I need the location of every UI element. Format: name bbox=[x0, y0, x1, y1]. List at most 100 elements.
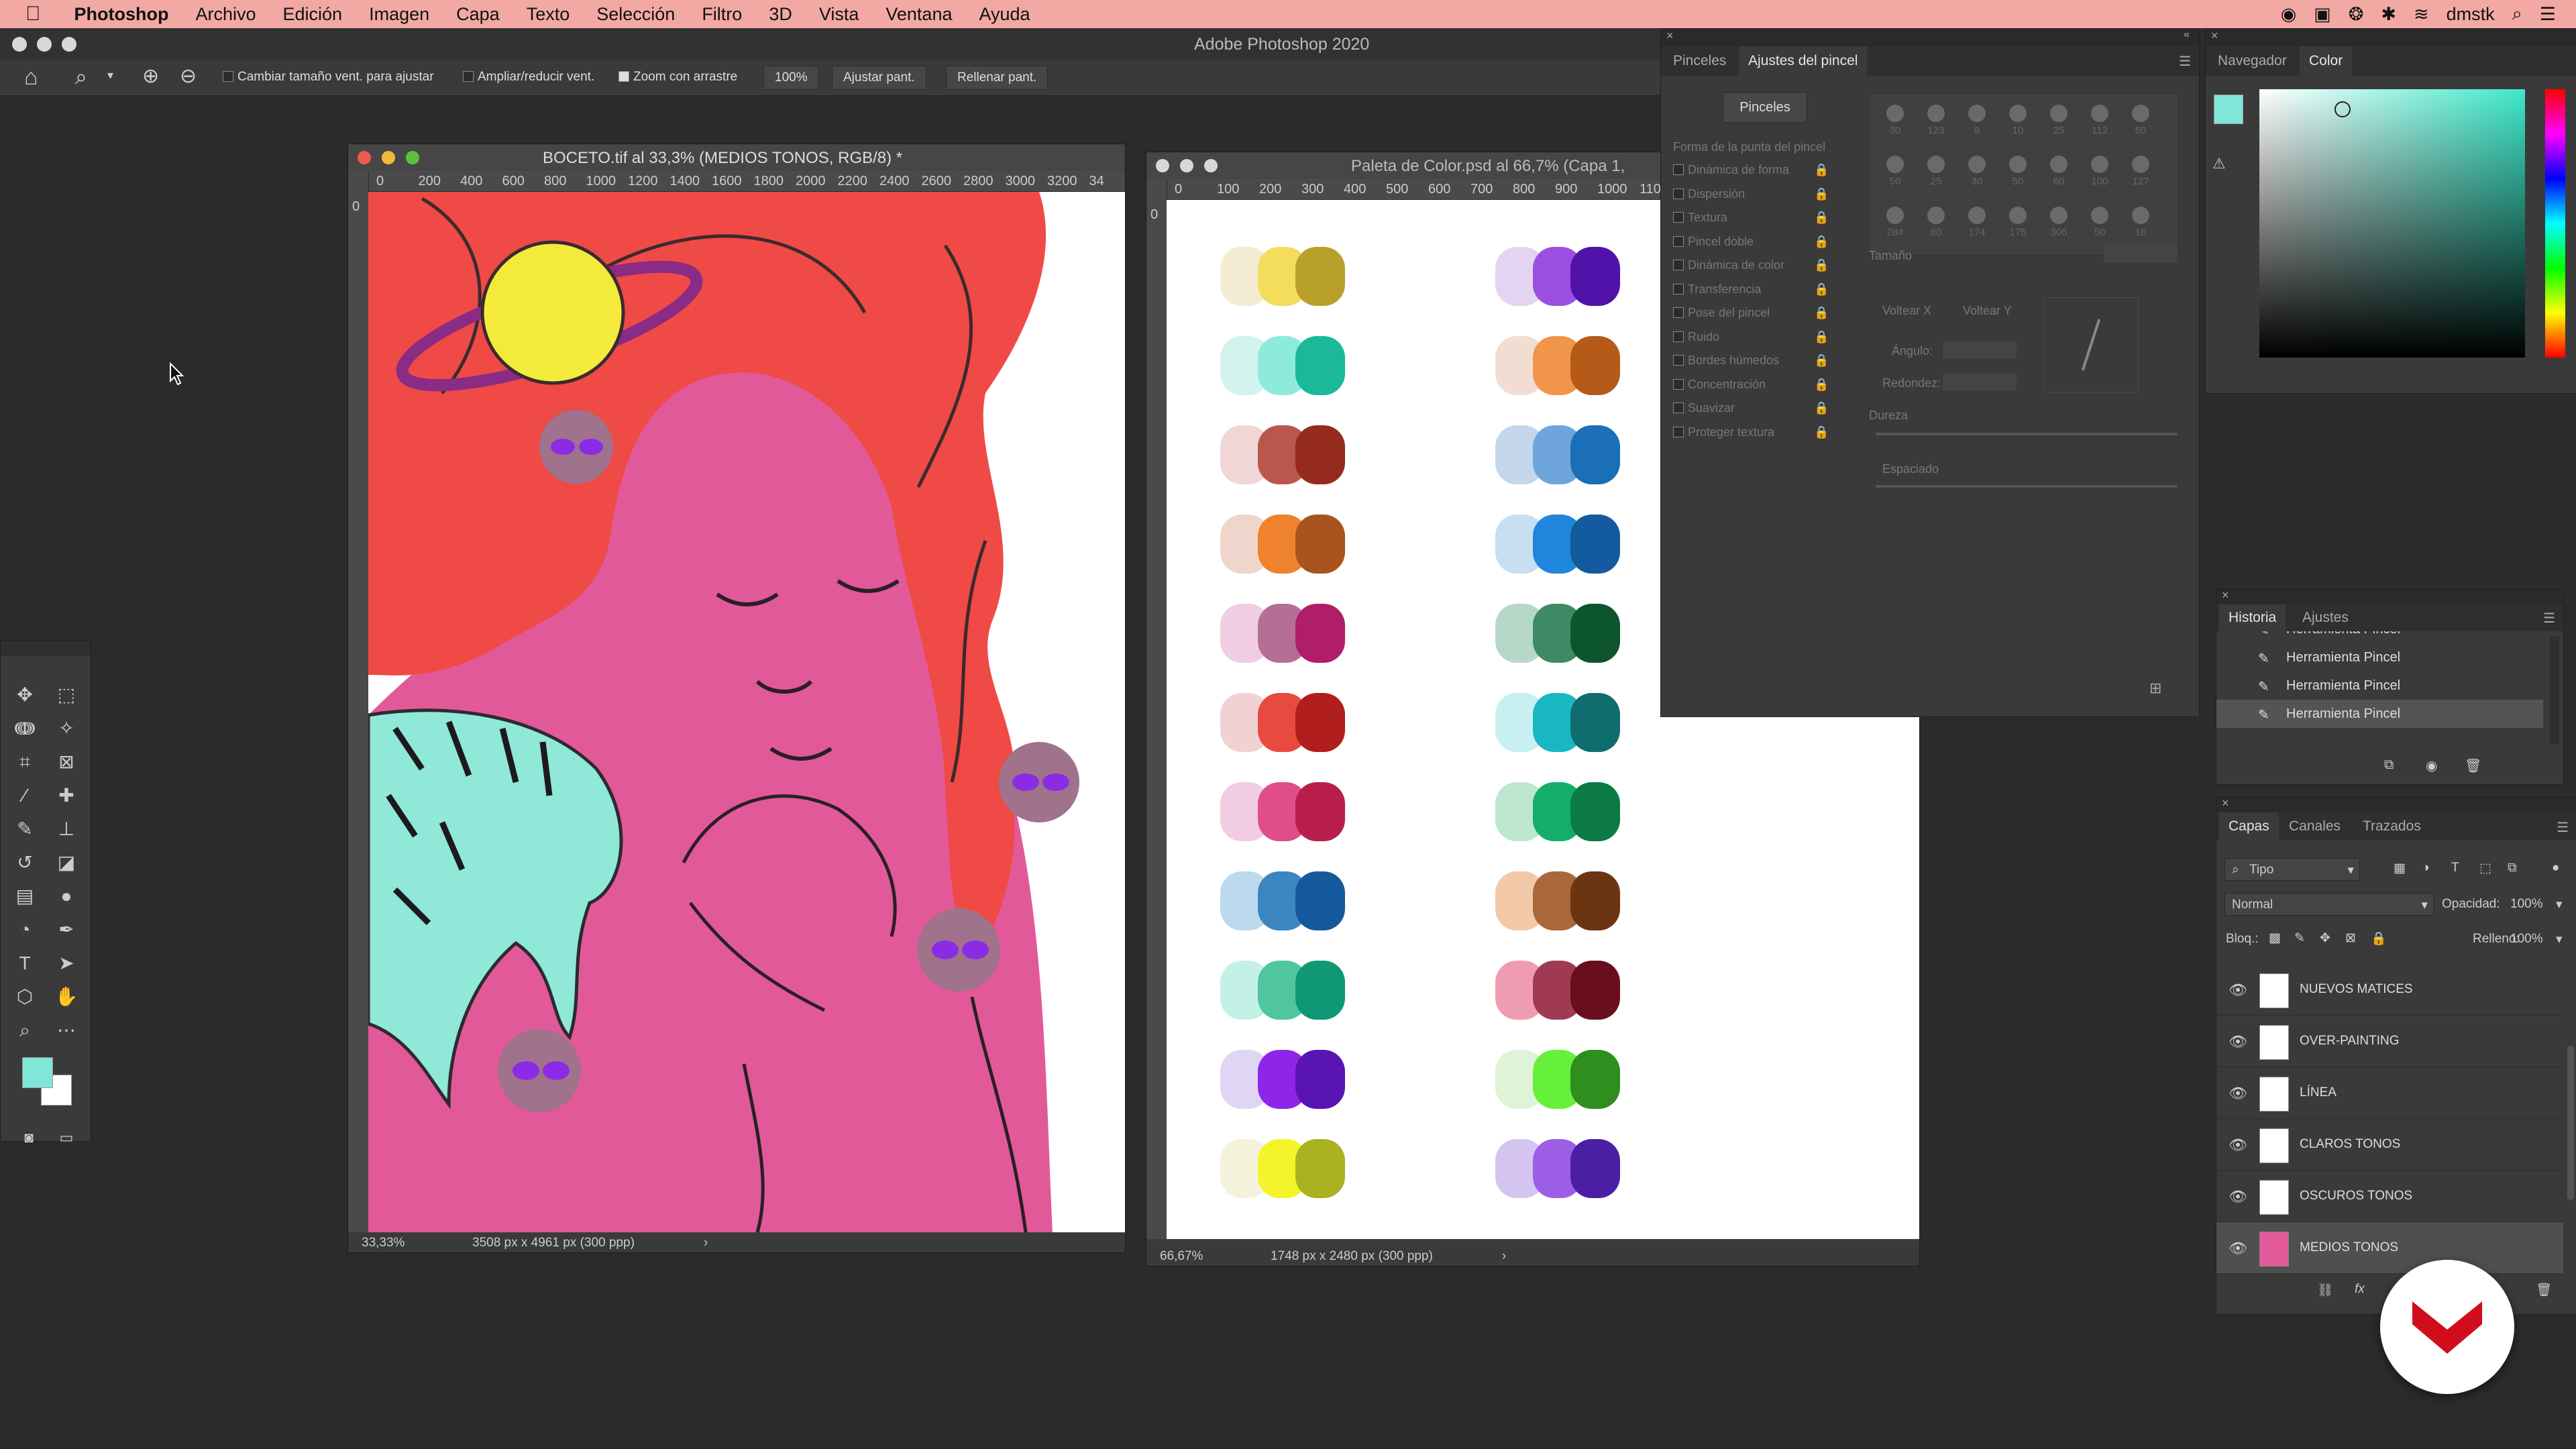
spacing-option[interactable]: Espaciado bbox=[1882, 462, 1939, 476]
layer-filter-select[interactable]: ⌕ Tipo ▾ bbox=[2224, 858, 2360, 881]
menu-ayuda[interactable]: Ayuda bbox=[965, 4, 1043, 25]
vertical-ruler[interactable]: 0 bbox=[1146, 179, 1167, 1239]
brush-tip[interactable]: 60 bbox=[2043, 152, 2075, 193]
chevron-right-icon[interactable]: › bbox=[1502, 1249, 1506, 1264]
panel-header[interactable]: × bbox=[2216, 588, 2563, 604]
brush-tip[interactable]: 80 bbox=[1920, 203, 1952, 244]
user-name[interactable]: dmstk bbox=[2447, 4, 2495, 25]
tab-pinceles[interactable]: Pinceles bbox=[1664, 46, 1735, 76]
lock-icon[interactable]: 🔒 bbox=[1814, 187, 1829, 201]
panel-menu-icon[interactable]: ☰ bbox=[2179, 53, 2191, 70]
screen-mode-icon[interactable]: ▭ bbox=[53, 1124, 80, 1151]
palette-swatch[interactable] bbox=[1570, 871, 1620, 930]
brush-tip[interactable]: 16 bbox=[2125, 203, 2157, 244]
zoom-tool-icon[interactable]: ⌕ bbox=[75, 64, 87, 90]
close-document-button[interactable] bbox=[358, 151, 371, 164]
brush-option-row[interactable]: Ruido 🔒 bbox=[1673, 330, 1829, 344]
brush-option-row[interactable]: Bordes húmedos 🔒 bbox=[1673, 354, 1829, 368]
brush-tip[interactable]: 50 bbox=[2002, 152, 2034, 193]
brush-option-row[interactable]: Concentración 🔒 bbox=[1673, 378, 1829, 392]
brush-option-row[interactable]: Proteger textura 🔒 bbox=[1673, 425, 1829, 439]
magic-wand-tool-icon[interactable]: ✧ bbox=[53, 715, 80, 742]
brush-option-row[interactable]: Dinámica de forma 🔒 bbox=[1673, 163, 1829, 177]
visibility-eye-icon[interactable]: 👁 bbox=[2229, 1085, 2247, 1102]
chevron-right-icon[interactable]: › bbox=[704, 1236, 708, 1250]
apple-icon[interactable]:  bbox=[0, 3, 61, 25]
quick-mask-icon[interactable]: ◙ bbox=[15, 1124, 42, 1151]
minimize-window-button[interactable] bbox=[37, 37, 52, 52]
brush-tip[interactable]: 127 bbox=[2125, 152, 2157, 193]
panel-header[interactable]: × bbox=[2216, 796, 2576, 812]
lock-icon[interactable]: 🔒 bbox=[1814, 211, 1829, 225]
brush-tip[interactable]: 100 bbox=[2084, 152, 2116, 193]
collapse-panel-icon[interactable]: « bbox=[2184, 29, 2190, 41]
menu-3d[interactable]: 3D bbox=[755, 4, 806, 25]
vertical-ruler[interactable]: 0 bbox=[348, 171, 369, 1232]
menu-app[interactable]: Photoshop bbox=[61, 4, 182, 25]
menu-filtro[interactable]: Filtro bbox=[688, 4, 755, 25]
canvas-boceto[interactable] bbox=[368, 192, 1125, 1232]
brush-option-row[interactable]: Pose del pincel 🔒 bbox=[1673, 306, 1829, 320]
wifi-icon[interactable]: ≋ bbox=[2414, 4, 2429, 25]
brush-tip-shape[interactable]: Forma de la punta del pincel bbox=[1673, 140, 1825, 154]
palette-swatch[interactable] bbox=[1570, 425, 1620, 484]
brush-tip[interactable]: 25 bbox=[1920, 152, 1952, 193]
brush-tip[interactable]: 8 bbox=[1961, 101, 1993, 142]
palette-swatch[interactable] bbox=[1570, 604, 1620, 663]
tab-ajustes[interactable]: Ajustes bbox=[2293, 604, 2358, 631]
zoom-tool-active-icon[interactable]: ⌕ bbox=[11, 1017, 38, 1044]
foreground-color-swatch[interactable] bbox=[22, 1057, 53, 1088]
minimize-document-button[interactable] bbox=[1180, 159, 1193, 172]
lock-icon[interactable]: 🔒 bbox=[1814, 401, 1829, 415]
lock-transparent-icon[interactable]: ▩ bbox=[2269, 930, 2281, 946]
trash-icon[interactable]: 🗑 bbox=[2465, 757, 2481, 774]
history-brush-tool-icon[interactable]: ↺ bbox=[11, 849, 38, 876]
clone-stamp-tool-icon[interactable]: ⊥ bbox=[53, 816, 80, 843]
blur-tool-icon[interactable]: ● bbox=[53, 883, 80, 910]
brush-tip[interactable]: 10 bbox=[2002, 101, 2034, 142]
palette-swatch[interactable] bbox=[1570, 336, 1620, 395]
tab-canales[interactable]: Canales bbox=[2279, 812, 2350, 841]
lock-icon[interactable]: 🔒 bbox=[1814, 425, 1829, 439]
palette-swatch[interactable] bbox=[1295, 336, 1345, 395]
zoom-document-button[interactable] bbox=[406, 151, 419, 164]
lock-artboard-icon[interactable]: ⊠ bbox=[2345, 930, 2356, 946]
warning-icon[interactable]: ⚠ bbox=[2212, 155, 2226, 172]
menu-archivo[interactable]: Archivo bbox=[182, 4, 269, 25]
panel-header[interactable]: × « bbox=[1661, 29, 2199, 46]
spacing-slider[interactable] bbox=[1876, 485, 2178, 488]
panel-menu-icon[interactable]: ☰ bbox=[2543, 610, 2555, 627]
zoom-level[interactable]: 66,67% bbox=[1160, 1249, 1203, 1264]
filter-toggle-icon[interactable]: ● bbox=[2552, 861, 2559, 875]
lock-icon[interactable]: 🔒 bbox=[1814, 163, 1829, 177]
frame-tool-icon[interactable]: ⊠ bbox=[53, 749, 80, 775]
close-panel-icon[interactable]: × bbox=[2211, 29, 2218, 43]
history-item[interactable]: ✎ Herramienta Pincel bbox=[2216, 631, 2543, 643]
new-brush-icon[interactable]: ⊞ bbox=[2149, 680, 2161, 697]
menu-list-icon[interactable]: ☰ bbox=[2540, 4, 2556, 25]
palette-swatch[interactable] bbox=[1295, 693, 1345, 752]
checkbox-icon[interactable] bbox=[463, 71, 474, 82]
roundness-field[interactable] bbox=[1943, 374, 2017, 391]
lock-icon[interactable]: 🔒 bbox=[1814, 258, 1829, 272]
sync-icon[interactable]: ❂ bbox=[2349, 4, 2364, 25]
filter-smart-object-icon[interactable]: ⧉ bbox=[2508, 861, 2517, 875]
brush-option-row[interactable]: Textura 🔒 bbox=[1673, 211, 1829, 225]
checkbox-icon[interactable] bbox=[1673, 188, 1684, 199]
brush-tip[interactable]: 284 bbox=[1879, 203, 1911, 244]
brush-tip[interactable]: 25 bbox=[2043, 101, 2075, 142]
chevron-down-icon[interactable]: ▾ bbox=[2556, 932, 2563, 947]
palette-swatch[interactable] bbox=[1570, 1139, 1620, 1198]
brush-tip[interactable]: 30 bbox=[1879, 101, 1911, 142]
panel-header[interactable]: × bbox=[2206, 29, 2576, 46]
size-field[interactable] bbox=[2104, 245, 2178, 262]
layer-row[interactable]: 👁 OVER-PAINTING bbox=[2216, 1016, 2563, 1067]
tab-navegador[interactable]: Navegador bbox=[2208, 46, 2296, 76]
tools-panel-header[interactable] bbox=[1, 641, 91, 656]
zoom-out-icon[interactable]: ⊖ bbox=[180, 64, 197, 88]
menu-imagen[interactable]: Imagen bbox=[356, 4, 443, 25]
brush-tip[interactable]: 123 bbox=[1920, 101, 1952, 142]
checkbox-checked-icon[interactable] bbox=[619, 71, 629, 82]
palette-swatch[interactable] bbox=[1570, 1050, 1620, 1109]
lock-icon[interactable]: 🔒 bbox=[1814, 306, 1829, 320]
